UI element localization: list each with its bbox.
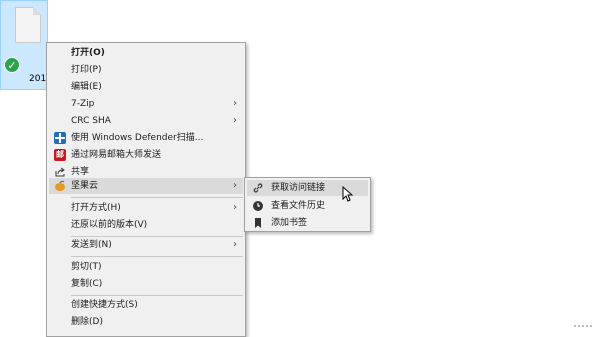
menu-item-7zip[interactable]: 7-Zip › — [49, 96, 243, 112]
menu-item-label: 创建快捷方式(S) — [71, 300, 138, 310]
clock-icon — [252, 200, 264, 212]
chevron-right-icon: › — [233, 115, 237, 126]
menu-item-cut[interactable]: 剪切(T) — [49, 259, 243, 275]
share-icon — [54, 166, 66, 178]
sync-check-icon: ✓ — [4, 57, 20, 73]
bookmark-icon — [252, 217, 264, 229]
menu-separator — [71, 295, 243, 296]
menu-item-delete[interactable]: 删除(D) — [49, 314, 243, 330]
menu-item-netease-send[interactable]: 邮 通过网易邮箱大师发送 — [49, 147, 243, 163]
menu-item-label: CRC SHA — [71, 116, 111, 126]
menu-item-create-shortcut[interactable]: 创建快捷方式(S) — [49, 297, 243, 313]
menu-item-label: 7-Zip — [71, 99, 95, 109]
chevron-right-icon: › — [233, 239, 237, 250]
menu-item-label: 复制(C) — [71, 279, 103, 289]
menu-item-label: 使用 Windows Defender扫描... — [71, 133, 204, 143]
chevron-right-icon: › — [233, 98, 237, 109]
menu-separator — [71, 197, 243, 198]
submenu-item-label: 添加书签 — [271, 218, 308, 228]
menu-item-open[interactable]: 打开(O) — [49, 45, 243, 61]
menu-item-send-to[interactable]: 发送到(N) › — [49, 237, 243, 253]
link-icon — [252, 182, 264, 194]
menu-item-print[interactable]: 打印(P) — [49, 62, 243, 78]
context-menu: 打开(O) 打印(P) 编辑(E) 7-Zip › CRC SHA › 使用 W… — [46, 42, 246, 337]
menu-item-restore-versions[interactable]: 还原以前的版本(V) — [49, 217, 243, 233]
menu-item-label: 坚果云 — [71, 181, 99, 191]
netease-mail-icon: 邮 — [54, 149, 66, 161]
menu-item-label: 还原以前的版本(V) — [71, 220, 148, 230]
menu-item-label: 打印(P) — [71, 65, 102, 75]
chevron-right-icon: › — [233, 180, 237, 191]
jianguoyun-cloud-icon — [54, 180, 66, 192]
menu-item-copy[interactable]: 复制(C) — [49, 276, 243, 292]
mouse-cursor-icon — [342, 185, 354, 205]
submenu-item-add-bookmark[interactable]: 添加书签 — [247, 215, 368, 231]
menu-item-open-with[interactable]: 打开方式(H) › — [49, 200, 243, 216]
menu-item-edit[interactable]: 编辑(E) — [49, 79, 243, 95]
menu-item-defender-scan[interactable]: 使用 Windows Defender扫描... — [49, 130, 243, 146]
document-icon — [15, 7, 41, 43]
menu-item-label: 打开方式(H) — [71, 203, 121, 213]
submenu-item-label: 获取访问链接 — [271, 183, 326, 193]
windows-defender-icon — [54, 132, 66, 144]
menu-item-label: 剪切(T) — [71, 262, 102, 272]
menu-separator — [71, 256, 243, 257]
menu-item-jianguoyun[interactable]: 坚果云 › — [49, 178, 243, 194]
menu-item-label: 编辑(E) — [71, 82, 102, 92]
menu-item-label: 共享 — [71, 167, 90, 177]
chevron-right-icon: › — [233, 202, 237, 213]
menu-item-label: 打开(O) — [71, 48, 105, 58]
menu-item-label: 发送到(N) — [71, 240, 112, 250]
submenu-item-label: 查看文件历史 — [271, 201, 326, 211]
menu-item-label: 通过网易邮箱大师发送 — [71, 150, 162, 160]
menu-item-label: 删除(D) — [71, 317, 103, 327]
resize-grip-icon — [574, 325, 594, 327]
menu-item-crc-sha[interactable]: CRC SHA › — [49, 113, 243, 129]
desktop-file-item[interactable]: ✓ 2018 — [0, 0, 52, 90]
